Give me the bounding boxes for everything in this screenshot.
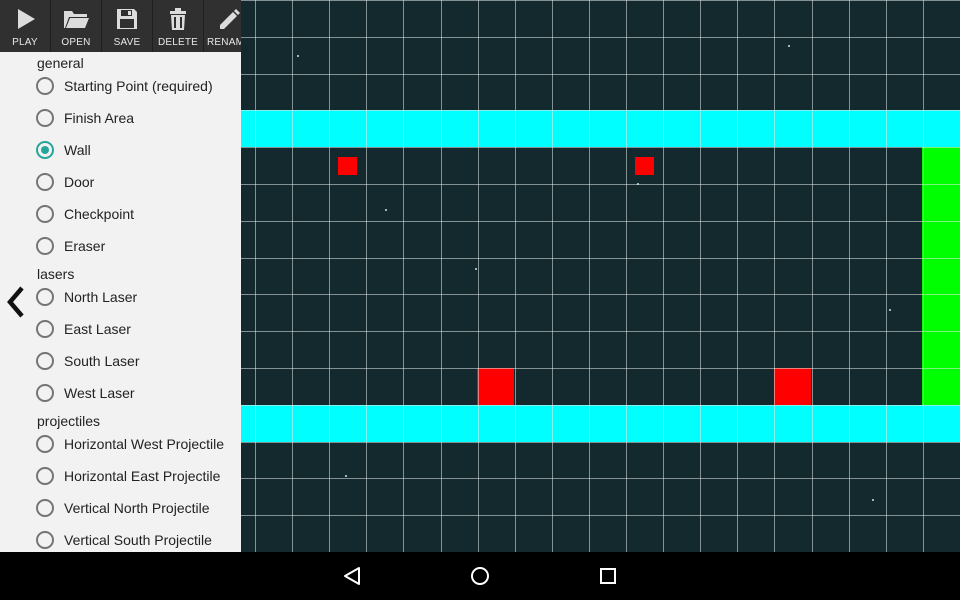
toolbar: PLAY OPEN SAVE DELETE RENAME bbox=[0, 0, 241, 52]
option-horizontal-west-projectile[interactable]: Horizontal West Projectile bbox=[36, 430, 241, 462]
option-label: South Laser bbox=[64, 353, 140, 369]
open-button-label: OPEN bbox=[61, 37, 91, 48]
option-label: Checkpoint bbox=[64, 206, 135, 222]
grid-line-vertical bbox=[774, 0, 775, 552]
chevron-left-icon[interactable] bbox=[2, 284, 30, 320]
star bbox=[872, 499, 874, 501]
option-label: Vertical North Projectile bbox=[64, 500, 210, 516]
grid-line-vertical bbox=[923, 0, 924, 552]
star bbox=[385, 209, 387, 211]
option-label: Horizontal West Projectile bbox=[64, 436, 225, 452]
grid-line-vertical bbox=[478, 0, 479, 552]
floppy-disk-icon bbox=[117, 9, 137, 29]
option-vertical-south-projectile[interactable]: Vertical South Projectile bbox=[36, 526, 241, 552]
radio-button[interactable] bbox=[36, 320, 54, 338]
option-label: Vertical South Projectile bbox=[64, 532, 212, 548]
grid-line-vertical bbox=[589, 0, 590, 552]
radio-button-selected[interactable] bbox=[36, 141, 54, 159]
red-block bbox=[635, 157, 654, 175]
grid-line-vertical bbox=[255, 0, 256, 552]
radio-button[interactable] bbox=[36, 499, 54, 517]
finish-area-column bbox=[922, 147, 960, 405]
folder-icon bbox=[64, 11, 89, 28]
option-label: Starting Point (required) bbox=[64, 78, 213, 94]
option-south-laser[interactable]: South Laser bbox=[36, 347, 241, 379]
grid-line-vertical bbox=[515, 0, 516, 552]
option-vertical-north-projectile[interactable]: Vertical North Projectile bbox=[36, 494, 241, 526]
grid-line-vertical bbox=[663, 0, 664, 552]
option-finish-area[interactable]: Finish Area bbox=[36, 104, 241, 136]
option-label: Finish Area bbox=[64, 110, 135, 126]
rename-button-label: RENAME bbox=[207, 37, 241, 48]
grid-line-vertical bbox=[366, 0, 367, 552]
option-east-laser[interactable]: East Laser bbox=[36, 315, 241, 347]
grid-line-vertical bbox=[441, 0, 442, 552]
radio-button[interactable] bbox=[36, 352, 54, 370]
option-horizontal-east-projectile[interactable]: Horizontal East Projectile bbox=[36, 462, 241, 494]
radio-button[interactable] bbox=[36, 288, 54, 306]
play-button-label: PLAY bbox=[12, 37, 38, 48]
red-block bbox=[774, 368, 811, 405]
option-label: West Laser bbox=[64, 385, 135, 401]
option-label: Door bbox=[64, 174, 95, 190]
grid-line-vertical bbox=[552, 0, 553, 552]
red-block bbox=[477, 368, 514, 405]
grid-line-vertical bbox=[329, 0, 330, 552]
pencil-icon bbox=[220, 9, 240, 29]
save-button-label: SAVE bbox=[113, 37, 141, 48]
option-label: North Laser bbox=[64, 289, 138, 305]
play-button[interactable]: PLAY bbox=[0, 0, 51, 52]
radio-button[interactable] bbox=[36, 531, 54, 549]
system-nav-bar bbox=[0, 552, 960, 600]
radio-button[interactable] bbox=[36, 109, 54, 127]
grid-line-vertical bbox=[849, 0, 850, 552]
star bbox=[889, 309, 891, 311]
star bbox=[475, 268, 477, 270]
option-label: Wall bbox=[64, 142, 91, 158]
section-projectiles-title: projectiles bbox=[37, 413, 101, 429]
back-triangle-icon[interactable] bbox=[340, 564, 364, 588]
delete-button[interactable]: DELETE bbox=[153, 0, 204, 52]
open-button[interactable]: OPEN bbox=[51, 0, 102, 52]
grid-line-vertical bbox=[812, 0, 813, 552]
option-label: East Laser bbox=[64, 321, 131, 337]
level-editor: PLAY OPEN SAVE DELETE RENAME general Sta… bbox=[0, 0, 960, 552]
radio-button[interactable] bbox=[36, 384, 54, 402]
rename-button[interactable]: RENAME bbox=[204, 0, 241, 52]
save-button[interactable]: SAVE bbox=[102, 0, 153, 52]
section-general-title: general bbox=[37, 55, 84, 71]
grid-line-vertical bbox=[737, 0, 738, 552]
option-starting-point[interactable]: Starting Point (required) bbox=[36, 72, 241, 104]
grid-line-vertical bbox=[700, 0, 701, 552]
option-label: Eraser bbox=[64, 238, 106, 254]
star bbox=[345, 475, 347, 477]
option-label: Horizontal East Projectile bbox=[64, 468, 221, 484]
option-wall[interactable]: Wall bbox=[36, 136, 241, 168]
option-door[interactable]: Door bbox=[36, 168, 241, 200]
tool-panel: general Starting Point (required) Finish… bbox=[0, 52, 241, 552]
radio-button[interactable] bbox=[36, 205, 54, 223]
radio-button[interactable] bbox=[36, 435, 54, 453]
option-checkpoint[interactable]: Checkpoint bbox=[36, 200, 241, 232]
option-eraser[interactable]: Eraser bbox=[36, 232, 241, 264]
red-block bbox=[338, 157, 357, 175]
grid-line-vertical bbox=[886, 0, 887, 552]
option-west-laser[interactable]: West Laser bbox=[36, 379, 241, 411]
star bbox=[297, 55, 299, 57]
grid-line-vertical bbox=[626, 0, 627, 552]
option-north-laser[interactable]: North Laser bbox=[36, 283, 241, 315]
trash-icon bbox=[170, 8, 186, 30]
home-circle-icon[interactable] bbox=[468, 564, 492, 588]
radio-button[interactable] bbox=[36, 237, 54, 255]
radio-button[interactable] bbox=[36, 173, 54, 191]
star bbox=[788, 45, 790, 47]
grid-line-vertical bbox=[292, 0, 293, 552]
delete-button-label: DELETE bbox=[157, 37, 199, 48]
play-icon bbox=[18, 9, 35, 29]
radio-button[interactable] bbox=[36, 77, 54, 95]
grid-line-vertical bbox=[403, 0, 404, 552]
section-lasers-title: lasers bbox=[37, 266, 75, 282]
recents-square-icon[interactable] bbox=[596, 564, 620, 588]
radio-button[interactable] bbox=[36, 467, 54, 485]
